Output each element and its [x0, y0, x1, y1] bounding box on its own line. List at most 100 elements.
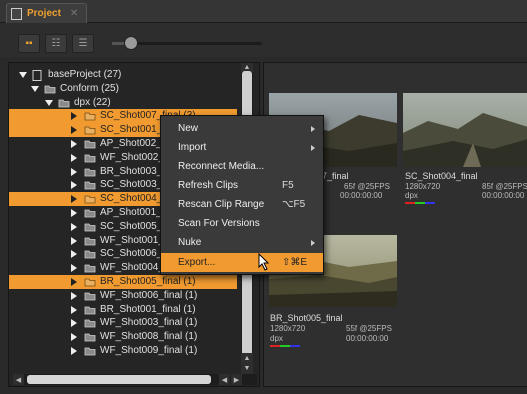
scroll-left-icon[interactable]: ◀ — [219, 374, 230, 385]
tree-horizontal-scrollbar[interactable]: ◀ ◀ ▶ — [13, 374, 257, 385]
clip-folder-icon — [84, 153, 96, 163]
tree-row-label: WF_Shot003_final (1) — [100, 317, 198, 329]
project-icon — [32, 70, 44, 81]
clip-format: dpx — [270, 334, 283, 343]
close-icon[interactable]: ✕ — [70, 8, 78, 19]
expand-right-icon[interactable] — [71, 278, 77, 286]
clip-frames: 55f @25FPS — [346, 324, 392, 333]
expand-right-icon[interactable] — [71, 112, 77, 121]
clip-thumbnail[interactable] — [403, 93, 527, 167]
clip-folder-icon — [84, 208, 96, 218]
clip-timecode: 00:00:00:00 — [346, 334, 389, 343]
context-menu: New Import Reconnect Media... Refresh Clips… — [160, 115, 324, 275]
tree-row[interactable]: WF_Shot008_final (1) — [9, 330, 237, 344]
menu-item-nuke[interactable]: Nuke — [161, 233, 323, 252]
clip-folder-icon — [84, 125, 96, 135]
clip-color-bar — [405, 202, 435, 204]
expand-right-icon[interactable] — [71, 153, 77, 162]
tree-horizontal-scroll-thumb[interactable] — [27, 375, 211, 384]
expand-right-icon[interactable] — [71, 126, 77, 135]
clip-color-bar — [270, 345, 300, 347]
menu-item-new[interactable]: New — [161, 119, 323, 138]
expand-right-icon[interactable] — [71, 222, 77, 231]
expand-down-icon[interactable] — [31, 85, 39, 92]
clip-folder-icon — [84, 291, 96, 301]
expand-down-icon[interactable] — [19, 72, 27, 78]
tree-row[interactable]: WF_Shot006_final (1) — [9, 289, 237, 303]
expand-right-icon[interactable] — [71, 195, 77, 204]
clip-folder-icon — [84, 263, 96, 273]
expand-right-icon[interactable] — [71, 250, 77, 259]
project-tab-icon — [11, 7, 22, 20]
expand-right-icon[interactable] — [71, 140, 77, 148]
clip-folder-icon — [84, 194, 96, 204]
tree-row-label: BR_Shot005_final (1) — [100, 276, 196, 287]
tab-project-label: Project — [27, 8, 61, 19]
tree-row[interactable]: WF_Shot003_final (1) — [9, 316, 237, 330]
tree-row[interactable]: BR_Shot005_final (1) — [9, 275, 237, 289]
menu-item-shortcut: ⇧⌘E — [282, 257, 308, 268]
menu-item-label: Reconnect Media... — [178, 161, 265, 172]
expand-right-icon[interactable] — [71, 264, 77, 273]
expand-right-icon[interactable] — [71, 333, 77, 342]
submenu-arrow-icon — [311, 126, 315, 132]
detail-view-button[interactable]: ☰ — [72, 34, 94, 53]
tree-row[interactable]: WF_Shot009_final (1) — [9, 344, 237, 358]
clip-name: SC_Shot004_final — [405, 171, 478, 181]
thumbnail-view-icon: ▪▪ — [25, 38, 33, 49]
tree-row[interactable]: Conform (25) — [9, 82, 237, 96]
clip-folder-icon — [84, 180, 96, 190]
expand-down-icon[interactable] — [45, 99, 53, 106]
tree-row-label: WF_Shot009_final (1) — [100, 345, 198, 356]
clip-folder-icon — [84, 277, 96, 287]
clip-folder-icon — [84, 111, 96, 121]
tree-row-label: dpx (22) — [74, 96, 111, 108]
expand-right-icon[interactable] — [71, 181, 77, 190]
menu-item-scan-for-versions[interactable]: Scan For Versions — [161, 214, 323, 233]
menu-item-shortcut: F5 — [282, 180, 294, 191]
menu-item-label: Nuke — [178, 237, 202, 248]
clip-folder-icon — [84, 249, 96, 259]
clip-name: BR_Shot005_final — [270, 313, 343, 323]
scroll-left-icon[interactable]: ◀ — [13, 374, 24, 385]
menu-item-export[interactable]: Export... ⇧⌘E — [161, 253, 323, 272]
tree-row[interactable]: dpx (22) — [9, 96, 237, 110]
tree-row-label: WF_Shot008_final (1) — [100, 331, 198, 343]
submenu-arrow-icon — [311, 145, 315, 151]
expand-right-icon[interactable] — [71, 209, 77, 217]
menu-item-label: New — [178, 123, 199, 134]
expand-right-icon[interactable] — [71, 167, 77, 176]
menu-item-reconnect-media[interactable]: Reconnect Media... — [161, 157, 323, 176]
menu-item-label: Refresh Clips — [178, 180, 239, 191]
expand-right-icon[interactable] — [71, 305, 77, 314]
thumbnail-view-button[interactable]: ▪▪ — [18, 34, 40, 53]
scroll-down-icon[interactable]: ▼ — [241, 363, 253, 374]
detail-view-icon: ☰ — [78, 38, 88, 49]
clip-resolution: 1280x720 — [270, 324, 306, 333]
expand-right-icon[interactable] — [71, 236, 77, 245]
expand-right-icon[interactable] — [71, 291, 77, 300]
folder-icon — [58, 98, 70, 107]
expand-right-icon[interactable] — [71, 347, 77, 355]
project-toolbar: ▪▪ ☷ ☰ — [0, 23, 527, 57]
menu-item-import[interactable]: Import — [161, 138, 323, 157]
tab-bar: Project ✕ — [0, 0, 527, 23]
tree-row[interactable]: BR_Shot001_final (1) — [9, 303, 237, 317]
clip-frame-image — [403, 93, 527, 167]
slider-handle[interactable] — [124, 36, 138, 50]
tab-project[interactable]: Project ✕ — [6, 3, 88, 23]
menu-item-rescan-clip-range[interactable]: Rescan Clip Range ⌥F5 — [161, 195, 323, 214]
menu-item-label: Export... — [178, 257, 216, 268]
scroll-right-icon[interactable]: ▶ — [231, 374, 242, 385]
menu-item-refresh-clips[interactable]: Refresh Clips F5 — [161, 176, 323, 195]
tree-row[interactable]: baseProject (27) — [9, 68, 237, 82]
tree-row-label: BR_Shot001_final (1) — [100, 303, 196, 315]
clip-folder-icon — [84, 139, 96, 149]
list-view-button[interactable]: ☷ — [45, 34, 67, 53]
clip-folder-icon — [84, 332, 96, 342]
clip-name: 7_final — [322, 171, 349, 181]
list-view-icon: ☷ — [51, 38, 61, 49]
expand-right-icon[interactable] — [71, 319, 77, 328]
tree-row-label: WF_Shot006_final (1) — [100, 289, 198, 301]
menu-item-label: Import — [178, 142, 207, 153]
